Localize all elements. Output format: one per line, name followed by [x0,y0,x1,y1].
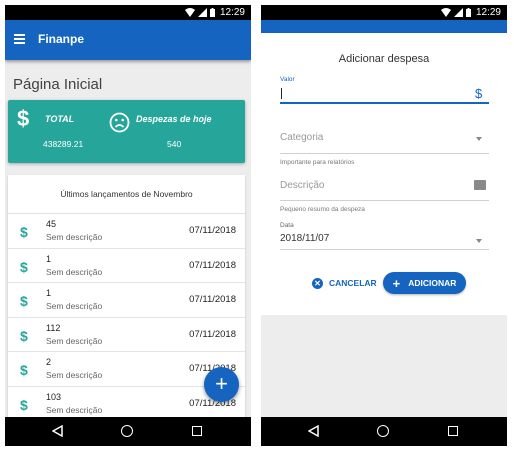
status-bar: 12:29 [5,5,251,20]
battery-icon [465,8,471,17]
home-screen: 12:29 Finanpe Página Inicial $ TOTAL 438… [5,5,251,446]
signal-icon [453,8,463,17]
back-icon[interactable] [52,425,63,437]
date-label: Data [280,222,294,229]
entry-date: 07/11/2018 [189,328,236,340]
chevron-down-icon[interactable] [476,239,482,243]
wifi-icon [184,8,195,17]
category-hint: Importante para relatórios [280,159,355,166]
close-icon: ✕ [312,277,323,289]
today-expenses-value: 540 [167,139,182,149]
entry-description: Sem descrição [46,335,103,346]
sad-face-icon [109,112,130,133]
list-item[interactable]: $ 1 Sem descrição 07/11/2018 [8,249,245,283]
entries-header: Últimos lançamentos de Novembro [8,175,245,214]
description-underline [280,200,489,201]
valor-input[interactable] [281,88,283,99]
entry-value: 2 [46,357,52,367]
battery-icon [209,8,215,17]
plus-icon: + [392,275,401,291]
entry-date: 07/11/2018 [189,225,236,236]
dollar-icon: $ [20,293,28,309]
cancel-label: CANCELAR [329,278,377,288]
entry-description: Sem descrição [46,232,103,242]
dollar-icon: $ [20,224,28,240]
signal-icon [197,8,207,17]
dollar-icon: $ [20,327,28,344]
recent-apps-icon[interactable] [192,426,202,436]
app-title: Finanpe [38,32,85,46]
add-expense-screen: 12:29 Adicionar despesa Valor $ Categori… [261,5,507,446]
entry-date: 07/11/2018 [189,259,236,271]
dollar-icon: $ [17,106,30,131]
list-item[interactable]: $ 1 Sem descrição 07/11/2018 [8,283,245,318]
description-hint: Pequeno resumo da despeza [280,206,365,213]
status-bar: 12:29 [261,5,507,20]
navigation-bar [261,417,507,446]
home-icon[interactable] [121,425,133,437]
dialog-title: Adicionar despesa [338,53,430,65]
list-item[interactable]: $ 45 Sem descrição 07/11/2018 [8,214,245,249]
entry-value: 103 [46,391,62,402]
entry-value: 45 [46,219,57,229]
category-underline [280,153,489,154]
entry-value: 112 [46,322,61,333]
app-bar: Finanpe [5,20,251,60]
wifi-icon [440,8,451,17]
home-icon[interactable] [377,425,389,437]
back-icon[interactable] [308,425,319,437]
valor-underline [280,102,489,104]
add-expense-fab[interactable]: + [204,367,239,402]
page-title: Página Inicial [13,76,103,93]
dollar-icon: $ [20,362,28,378]
total-label: TOTAL [45,114,75,124]
navigation-bar [5,417,251,446]
date-underline [280,249,489,250]
status-clock: 12:29 [475,7,501,18]
recent-apps-icon[interactable] [448,426,458,436]
total-value: 438289.21 [43,139,84,149]
list-item[interactable]: $ 112 Sem descrição 07/11/2018 [8,318,245,352]
description-field[interactable]: Descrição [280,180,324,191]
category-select[interactable]: Categoria [280,132,323,143]
dollar-icon: $ [20,396,28,413]
entry-value: 1 [46,253,52,264]
add-expense-dialog: Adicionar despesa Valor $ Categoria Impo… [261,33,507,315]
comment-icon [474,180,486,190]
entry-description: Sem descrição [46,370,103,380]
date-field[interactable]: 2018/11/07 [280,233,329,244]
dollar-icon: $ [475,86,483,101]
status-clock: 12:29 [219,7,245,18]
valor-label: Valor [280,76,295,83]
entry-value: 1 [46,288,52,298]
add-button[interactable]: + ADICIONAR [383,272,466,294]
add-label: ADICIONAR [408,278,457,288]
dollar-icon: $ [20,258,28,275]
app-bar-edge [261,20,507,33]
summary-card: $ TOTAL 438289.21 Despezas de hoje 540 [8,100,245,163]
chevron-down-icon[interactable] [476,137,482,141]
entry-description: Sem descrição [46,301,103,311]
entry-description: Sem descrição [46,266,103,277]
today-expenses-label: Despezas de hoje [136,114,212,124]
menu-icon[interactable] [14,34,25,44]
entry-date: 07/11/2018 [189,294,236,305]
cancel-button[interactable]: ✕ CANCELAR [312,275,377,291]
entry-description: Sem descrição [46,404,103,415]
